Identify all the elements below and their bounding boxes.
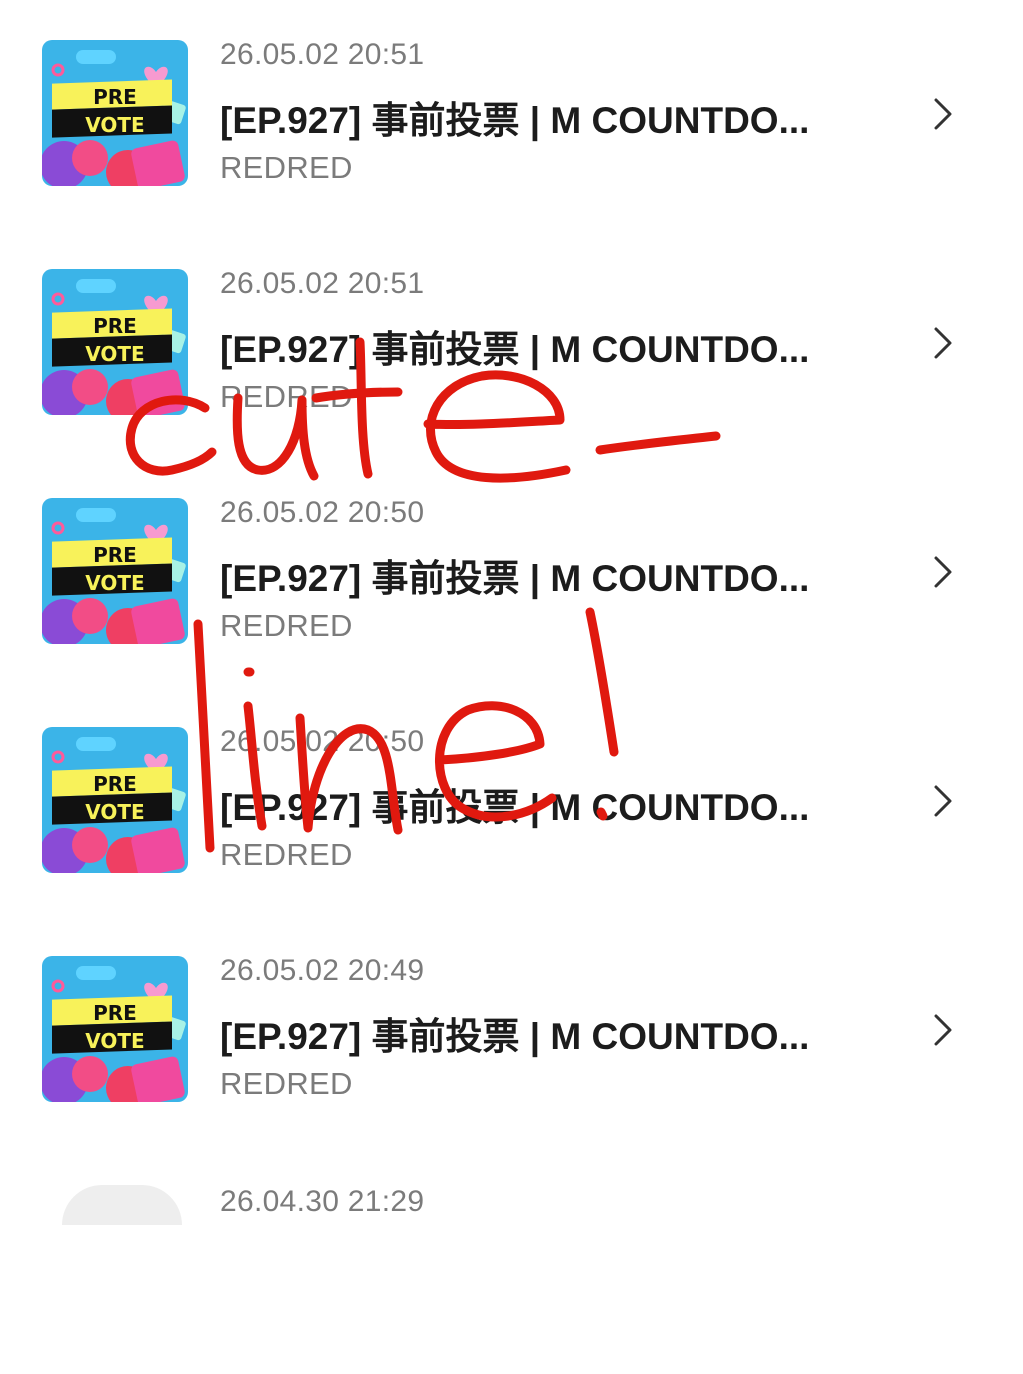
item-subtitle: REDRED [220,837,353,872]
thumb-line1: PRE [93,314,137,338]
thumbnail: PRE VOTE [42,498,188,644]
item-date: 26.05.02 20:50 [220,496,425,529]
thumbnail: PRE VOTE [42,269,188,415]
item-title: [EP.927] 事前投票 | M COUNTDO... [220,1016,810,1057]
thumbnail: PRE VOTE [42,727,188,873]
thumb-line1: PRE [93,772,137,796]
thumb-line1: PRE [93,1001,137,1025]
thumb-line2: VOTE [85,800,144,824]
chevron-right-icon[interactable] [928,321,958,365]
thumb-line2: VOTE [85,342,144,366]
item-title: [EP.927] 事前投票 | M COUNTDO... [220,100,810,141]
chevron-right-icon[interactable] [928,92,958,136]
list-item[interactable]: PRE VOTE 26.05.02 20:51 [EP.927] 事前投票 | … [0,229,1023,458]
item-date: 26.05.02 20:50 [220,725,425,758]
thumbnail: PRE VOTE [42,40,188,186]
list-item[interactable]: PRE VOTE 26.05.02 20:50 [EP.927] 事前投票 | … [0,687,1023,916]
item-subtitle: REDRED [220,379,353,414]
thumb-line2: VOTE [85,1029,144,1053]
thumb-line2: VOTE [85,571,144,595]
list-item[interactable]: PRE VOTE 26.05.02 20:49 [EP.927] 事前投票 | … [0,916,1023,1145]
list-item[interactable]: PRE VOTE 26.05.02 20:50 [EP.927] 事前投票 | … [0,458,1023,687]
list-item[interactable]: PRE VOTE 26.05.02 20:51 [EP.927] 事前投票 | … [0,0,1023,229]
item-title: [EP.927] 事前投票 | M COUNTDO... [220,558,810,599]
chevron-right-icon[interactable] [928,779,958,823]
item-title: [EP.927] 事前投票 | M COUNTDO... [220,329,810,370]
thumb-line1: PRE [93,543,137,567]
thumbnail [62,1185,182,1225]
item-date: 26.05.02 20:51 [220,38,425,71]
thumbnail: PRE VOTE [42,956,188,1102]
item-date: 26.05.02 20:51 [220,267,425,300]
chevron-right-icon[interactable] [928,550,958,594]
thumb-line2: VOTE [85,113,144,137]
item-subtitle: REDRED [220,608,353,643]
item-title: [EP.927] 事前投票 | M COUNTDO... [220,787,810,828]
chevron-right-icon[interactable] [928,1008,958,1052]
item-date: 26.05.02 20:49 [220,954,425,987]
item-date: 26.04.30 21:29 [220,1185,425,1218]
thumb-line1: PRE [93,85,137,109]
item-subtitle: REDRED [220,150,353,185]
list-item[interactable]: 26.04.30 21:29 [0,1145,1023,1374]
item-subtitle: REDRED [220,1066,353,1101]
vote-history-list: PRE VOTE 26.05.02 20:51 [EP.927] 事前投票 | … [0,0,1023,1225]
